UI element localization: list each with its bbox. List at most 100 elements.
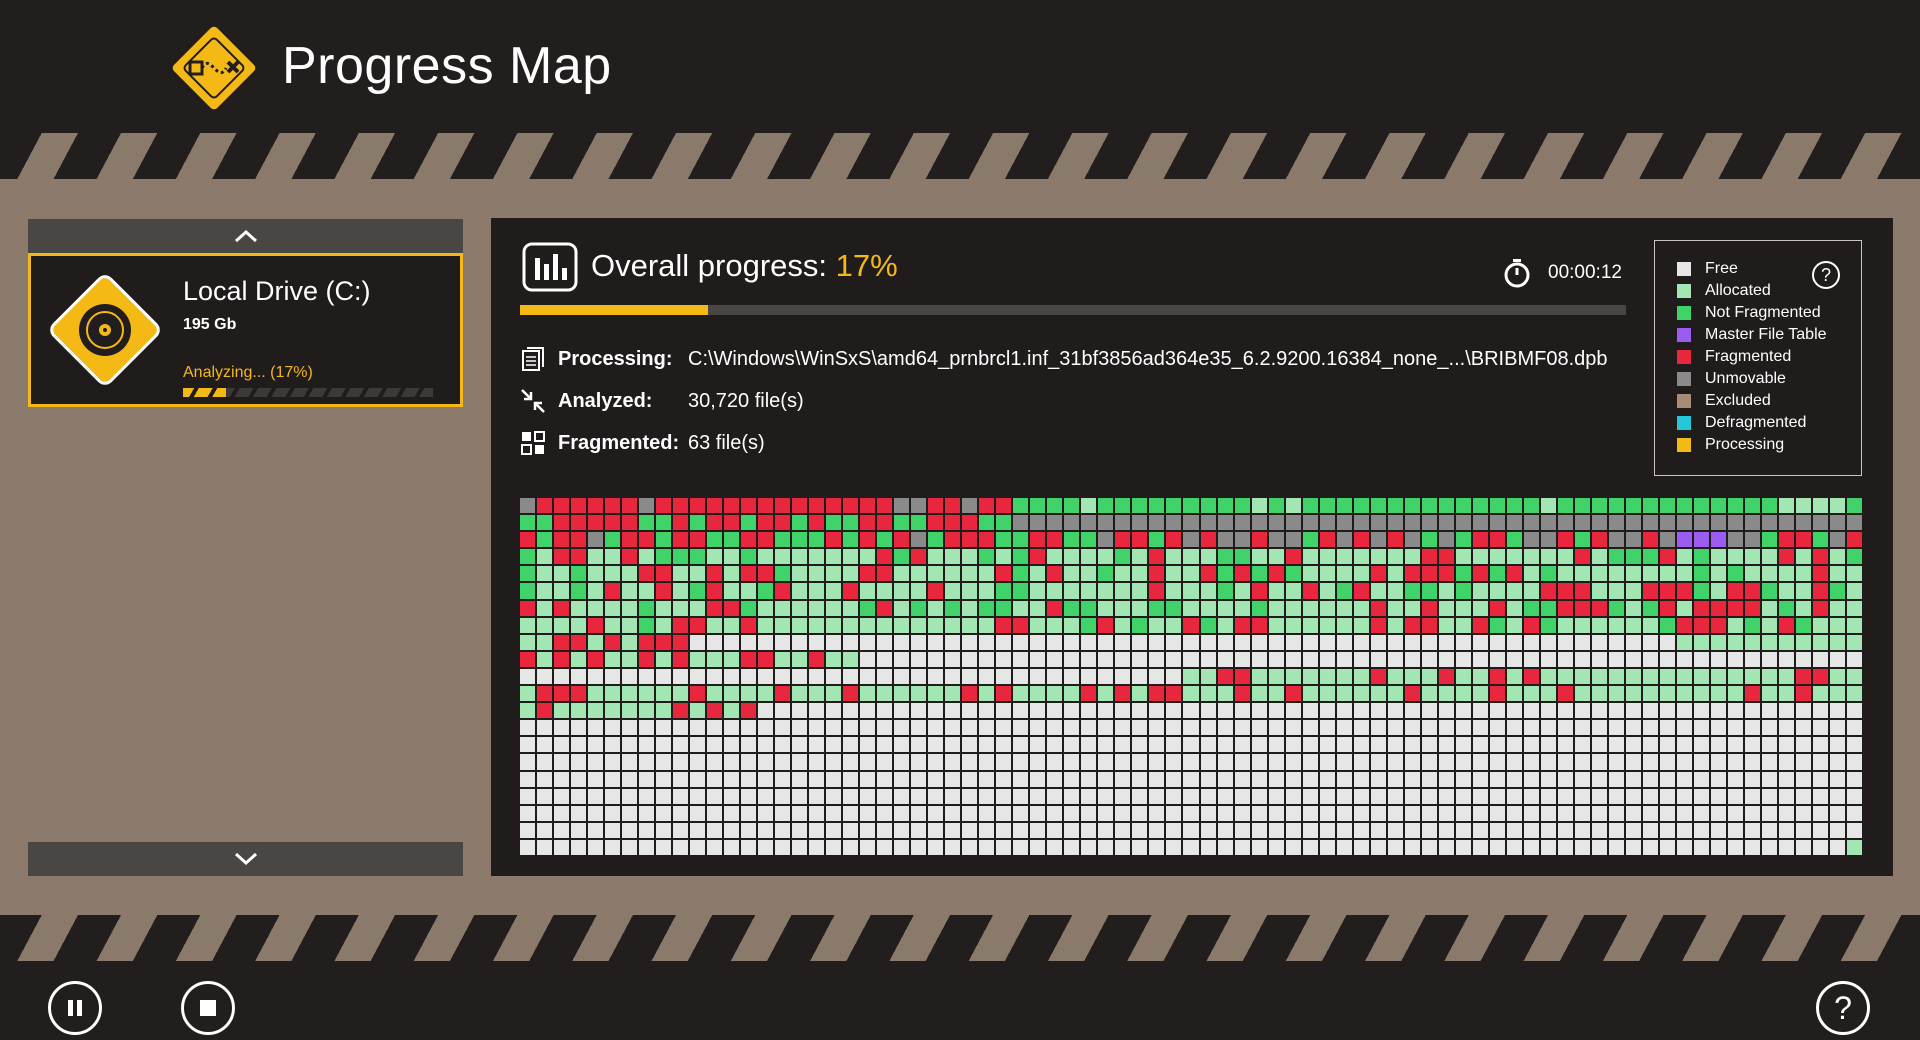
cluster-cell	[1625, 805, 1641, 821]
cluster-cell	[1710, 737, 1726, 753]
cluster-cell	[1557, 771, 1573, 787]
help-button[interactable]: ?	[1816, 981, 1870, 1035]
cluster-cell	[928, 771, 944, 787]
cluster-cell	[1761, 720, 1777, 736]
legend-help-button[interactable]: ?	[1812, 261, 1840, 289]
cluster-cell	[1404, 703, 1420, 719]
cluster-cell	[1353, 754, 1369, 770]
pause-button[interactable]	[48, 981, 102, 1035]
drive-list-scroll-down[interactable]	[28, 842, 463, 876]
cluster-cell	[860, 720, 876, 736]
cluster-cell	[1047, 686, 1063, 702]
cluster-cell	[928, 805, 944, 821]
cluster-cell	[1132, 634, 1148, 650]
cluster-cell	[520, 788, 535, 804]
cluster-cell	[1557, 566, 1573, 582]
cluster-cell	[1727, 703, 1743, 719]
cluster-cell	[1166, 703, 1182, 719]
cluster-cell	[605, 754, 621, 770]
cluster-cell	[1064, 720, 1080, 736]
cluster-cell	[1540, 788, 1556, 804]
cluster-cell	[1710, 788, 1726, 804]
cluster-cell	[1523, 532, 1539, 548]
cluster-cell	[1200, 515, 1216, 531]
cluster-cell	[1455, 498, 1471, 514]
cluster-cell	[843, 634, 859, 650]
cluster-cell	[707, 549, 723, 565]
drive-card-local-c[interactable]: Local Drive (C:) 195 Gb Analyzing... (17…	[28, 253, 463, 407]
cluster-cell	[1608, 822, 1624, 838]
cluster-cell	[1251, 566, 1267, 582]
cluster-cell	[741, 515, 757, 531]
cluster-cell	[673, 720, 689, 736]
cluster-cell	[1540, 617, 1556, 633]
cluster-cell	[877, 754, 893, 770]
cluster-cell	[1761, 788, 1777, 804]
cluster-cell	[826, 788, 842, 804]
cluster-cell	[741, 822, 757, 838]
cluster-cell	[809, 822, 825, 838]
cluster-cell	[1540, 668, 1556, 685]
cluster-cell	[1693, 805, 1709, 821]
cluster-cell	[605, 788, 621, 804]
cluster-cell	[1183, 737, 1199, 753]
cluster-cell	[1115, 720, 1131, 736]
cluster-cell	[1591, 600, 1607, 616]
cluster-cell	[690, 600, 706, 616]
cluster-cell	[1506, 754, 1522, 770]
cluster-cell	[1081, 532, 1097, 548]
stop-button[interactable]	[181, 981, 235, 1035]
cluster-cell	[741, 651, 757, 667]
cluster-cell	[656, 634, 672, 650]
cluster-cell	[1285, 498, 1301, 514]
cluster-cell	[1302, 805, 1318, 821]
cluster-cell	[979, 720, 995, 736]
cluster-cell	[673, 583, 689, 599]
cluster-cell	[741, 549, 757, 565]
cluster-cell	[1404, 668, 1420, 685]
cluster-cell	[758, 515, 774, 531]
cluster-cell	[1387, 754, 1403, 770]
cluster-cell	[843, 737, 859, 753]
cluster-cell	[605, 617, 621, 633]
cluster-cell	[622, 822, 638, 838]
cluster-cell	[1795, 617, 1811, 633]
cluster-cell	[1234, 498, 1250, 514]
cluster-cell	[741, 600, 757, 616]
cluster-cell	[1336, 754, 1352, 770]
cluster-cell	[707, 634, 723, 650]
cluster-cell	[809, 703, 825, 719]
cluster-cell	[1744, 600, 1760, 616]
cluster-cell	[894, 566, 910, 582]
cluster-cell	[1523, 617, 1539, 633]
cluster-cell	[1676, 822, 1692, 838]
cluster-cell	[1727, 566, 1743, 582]
cluster-cell	[724, 498, 740, 514]
cluster-cell	[860, 686, 876, 702]
cluster-cell	[1795, 805, 1811, 821]
cluster-cell	[1438, 805, 1454, 821]
legend-item: Not Fragmented	[1677, 303, 1821, 323]
cluster-cell	[605, 668, 621, 685]
cluster-cell	[1370, 532, 1386, 548]
cluster-cell	[962, 515, 978, 531]
cluster-cell	[1795, 839, 1811, 855]
cluster-cell	[1200, 549, 1216, 565]
cluster-cell	[1302, 668, 1318, 685]
cluster-cell	[928, 737, 944, 753]
cluster-cell	[996, 668, 1012, 685]
cluster-cell	[1710, 754, 1726, 770]
cluster-cell	[554, 771, 570, 787]
cluster-cell	[792, 634, 808, 650]
drive-list-scroll-up[interactable]	[28, 219, 463, 253]
cluster-cell	[1523, 788, 1539, 804]
cluster-cell	[1642, 583, 1658, 599]
cluster-cell	[843, 805, 859, 821]
cluster-cell	[1812, 532, 1828, 548]
cluster-cell	[775, 703, 791, 719]
cluster-cell	[860, 754, 876, 770]
cluster-cell	[1421, 788, 1437, 804]
cluster-cell	[1489, 634, 1505, 650]
cluster-cell	[1676, 754, 1692, 770]
cluster-cell	[1404, 839, 1420, 855]
